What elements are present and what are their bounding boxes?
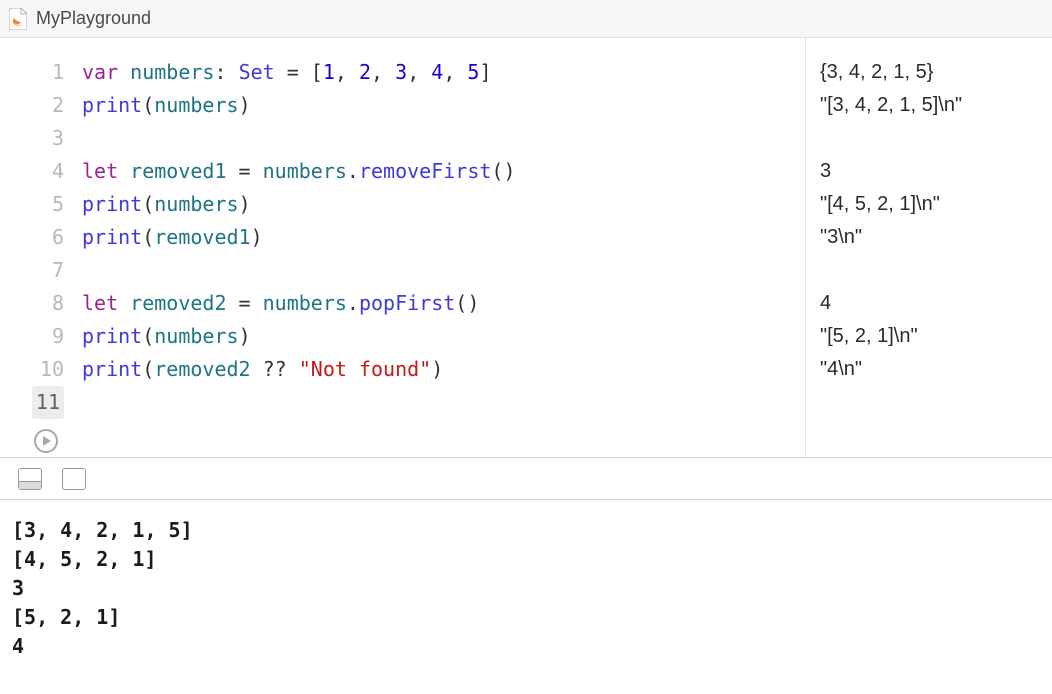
code-line[interactable]: print(removed1) <box>82 221 805 254</box>
console-output[interactable]: [3, 4, 2, 1, 5] [4, 5, 2, 1] 3 [5, 2, 1]… <box>0 500 1052 694</box>
line-number-current: 11 <box>32 386 64 419</box>
code-line[interactable]: print(numbers) <box>82 89 805 122</box>
result-value[interactable]: "[3, 4, 2, 1, 5]\n" <box>820 89 1052 122</box>
result-value[interactable]: "4\n" <box>820 353 1052 386</box>
debug-toolbar <box>0 458 1052 500</box>
line-number: 10 <box>0 353 64 386</box>
swift-file-icon <box>8 7 28 31</box>
code-line[interactable] <box>82 122 805 155</box>
run-button-icon[interactable] <box>34 429 58 453</box>
result-value[interactable]: 3 <box>820 155 1052 188</box>
toggle-debug-area-icon[interactable] <box>18 468 42 490</box>
editor-area: 1 2 3 4 5 6 7 8 9 10 11 var numbers: Set… <box>0 38 1052 458</box>
console-line: 3 <box>12 574 1040 603</box>
code-line[interactable]: print(numbers) <box>82 188 805 221</box>
result-value[interactable]: {3, 4, 2, 1, 5} <box>820 56 1052 89</box>
line-number: 7 <box>0 254 64 287</box>
line-number: 3 <box>0 122 64 155</box>
line-number: 8 <box>0 287 64 320</box>
title-bar: MyPlayground <box>0 0 1052 38</box>
result-value <box>820 122 1052 155</box>
line-number: 9 <box>0 320 64 353</box>
code-line[interactable]: print(numbers) <box>82 320 805 353</box>
code-line[interactable]: print(removed2 ?? "Not found") <box>82 353 805 386</box>
console-line: [4, 5, 2, 1] <box>12 545 1040 574</box>
code-panel[interactable]: 1 2 3 4 5 6 7 8 9 10 11 var numbers: Set… <box>0 38 805 457</box>
code-line[interactable] <box>82 386 805 419</box>
line-number: 5 <box>0 188 64 221</box>
line-number-gutter: 1 2 3 4 5 6 7 8 9 10 11 <box>0 56 82 457</box>
line-number: 1 <box>0 56 64 89</box>
result-value[interactable]: 4 <box>820 287 1052 320</box>
code-content[interactable]: var numbers: Set = [1, 2, 3, 4, 5] print… <box>82 56 805 457</box>
result-value <box>820 254 1052 287</box>
console-line: 4 <box>12 632 1040 661</box>
line-number: 6 <box>0 221 64 254</box>
code-line[interactable]: var numbers: Set = [1, 2, 3, 4, 5] <box>82 56 805 89</box>
line-number: 2 <box>0 89 64 122</box>
code-line[interactable]: let removed1 = numbers.removeFirst() <box>82 155 805 188</box>
code-line[interactable]: let removed2 = numbers.popFirst() <box>82 287 805 320</box>
result-value[interactable]: "3\n" <box>820 221 1052 254</box>
console-line: [3, 4, 2, 1, 5] <box>12 516 1040 545</box>
code-line[interactable] <box>82 254 805 287</box>
results-sidebar: {3, 4, 2, 1, 5} "[3, 4, 2, 1, 5]\n" 3 "[… <box>805 38 1052 457</box>
file-name: MyPlayground <box>36 8 151 29</box>
toggle-view-icon[interactable] <box>62 468 86 490</box>
result-value[interactable]: "[5, 2, 1]\n" <box>820 320 1052 353</box>
line-number: 4 <box>0 155 64 188</box>
result-value[interactable]: "[4, 5, 2, 1]\n" <box>820 188 1052 221</box>
console-line: [5, 2, 1] <box>12 603 1040 632</box>
